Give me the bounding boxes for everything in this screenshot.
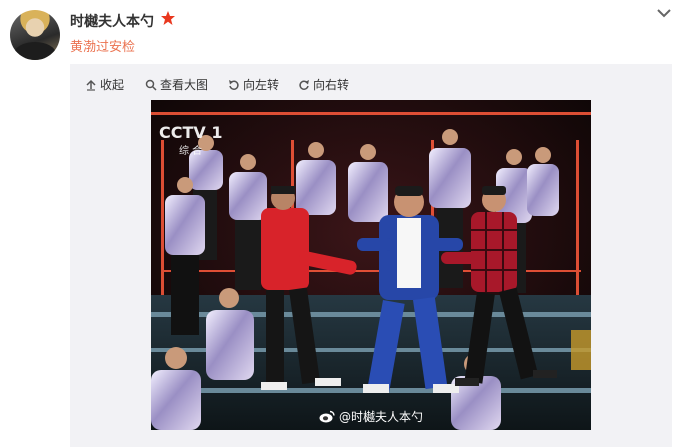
collapse-icon	[86, 79, 96, 91]
rotate-right-label: 向右转	[313, 78, 350, 92]
view-large-label: 查看大图	[160, 78, 209, 92]
avatar[interactable]	[10, 10, 60, 60]
weibo-logo-icon	[319, 410, 335, 423]
watermark: @时樾夫人本勺	[319, 408, 423, 425]
channel-logo-text: CCTV 1	[159, 123, 222, 142]
image-toolbar: 收起 查看大图 向左转 向右转	[70, 64, 672, 100]
rotate-right-icon	[299, 79, 309, 90]
chevron-down-icon[interactable]	[655, 6, 673, 20]
collapse-label: 收起	[100, 78, 125, 92]
avatar-figure	[14, 42, 56, 60]
rotate-right-button[interactable]: 向右转	[298, 76, 349, 93]
watermark-text: @时樾夫人本勺	[339, 410, 424, 424]
rotate-left-button[interactable]: 向左转	[228, 76, 279, 93]
post-text: 黄渤过安检	[70, 40, 136, 55]
media-box: 收起 查看大图 向左转 向右转 CCTV 1 综 合 @时樾夫人本勺	[70, 64, 672, 447]
username[interactable]: 时樾夫人本勺	[70, 11, 154, 31]
stage-scene: CCTV 1 综 合	[151, 100, 591, 430]
rotate-left-label: 向左转	[243, 78, 280, 92]
star-icon	[161, 11, 175, 25]
post-photo[interactable]: CCTV 1 综 合 @时樾夫人本勺	[151, 100, 591, 430]
view-large-button[interactable]: 查看大图	[145, 76, 208, 93]
collapse-button[interactable]: 收起	[85, 76, 124, 93]
rotate-left-icon	[229, 79, 239, 90]
search-icon	[145, 79, 157, 91]
channel-sub-text: 综 合	[179, 144, 202, 157]
